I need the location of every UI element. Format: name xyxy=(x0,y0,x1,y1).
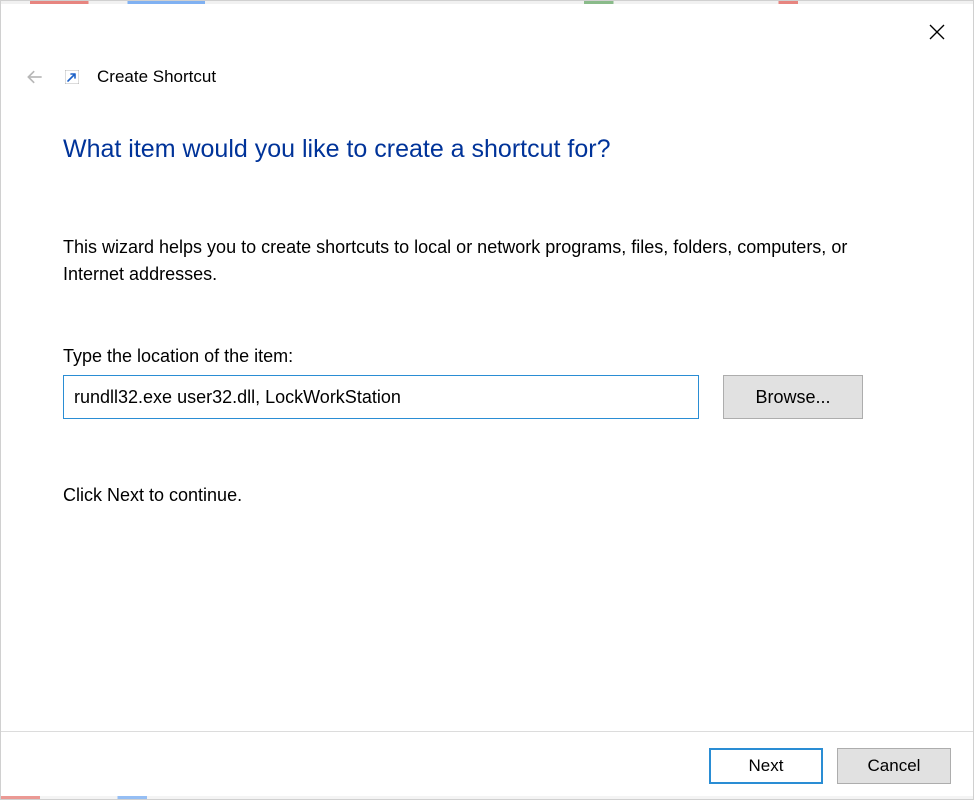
wizard-footer: Next Cancel xyxy=(1,731,973,799)
next-button[interactable]: Next xyxy=(709,748,823,784)
location-row: Browse... xyxy=(63,375,911,419)
wizard-content: What item would you like to create a sho… xyxy=(63,135,911,506)
location-input[interactable] xyxy=(63,375,699,419)
browse-button[interactable]: Browse... xyxy=(723,375,863,419)
page-heading: What item would you like to create a sho… xyxy=(63,135,911,164)
close-button[interactable] xyxy=(921,17,953,49)
close-icon xyxy=(929,24,945,43)
window-bottom-edge xyxy=(1,796,973,799)
back-arrow-icon xyxy=(23,65,47,89)
location-label: Type the location of the item: xyxy=(63,346,911,367)
wizard-header: Create Shortcut xyxy=(23,65,216,89)
window-top-edge xyxy=(1,1,973,4)
shortcut-arrow-icon xyxy=(65,70,79,84)
wizard-description: This wizard helps you to create shortcut… xyxy=(63,234,911,288)
cancel-button[interactable]: Cancel xyxy=(837,748,951,784)
continue-hint: Click Next to continue. xyxy=(63,485,911,506)
wizard-title: Create Shortcut xyxy=(97,67,216,87)
